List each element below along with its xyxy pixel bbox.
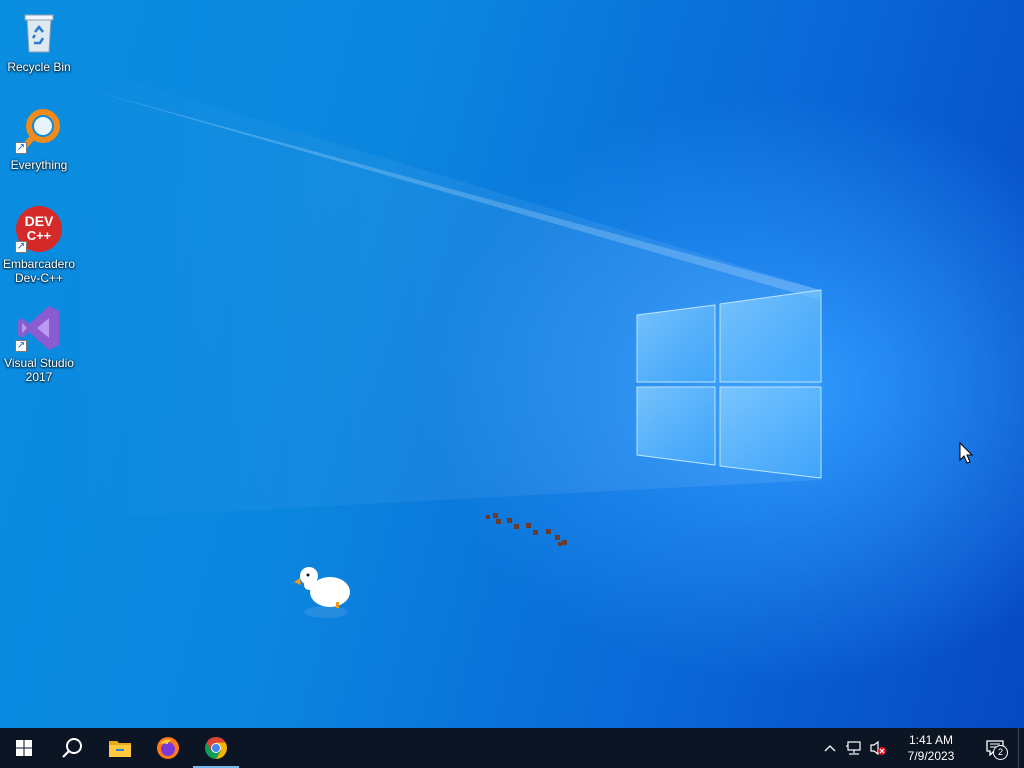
file-explorer-icon <box>109 741 131 757</box>
goose-footprints-icon <box>486 513 567 546</box>
visual-studio-icon: ↗ <box>15 304 63 352</box>
taskbar: 1:41 AM 7/9/2023 2 <box>0 728 1024 768</box>
clock-date: 7/9/2023 <box>907 749 955 763</box>
svg-text:C++: C++ <box>27 228 52 243</box>
clock-time: 1:41 AM <box>908 733 954 747</box>
firefox-icon <box>157 737 179 759</box>
search-icon <box>62 738 82 758</box>
clock[interactable]: 1:41 AM 7/9/2023 <box>890 732 972 764</box>
notification-count-badge: 2 <box>993 745 1008 760</box>
everything-search-icon: ↗ <box>15 106 63 154</box>
shortcut-arrow-icon: ↗ <box>15 142 27 154</box>
wallpaper <box>60 60 974 618</box>
network-icon <box>846 741 861 755</box>
recycle-bin-icon <box>15 8 63 56</box>
file-explorer-button[interactable] <box>96 728 144 768</box>
network-button[interactable] <box>842 728 866 768</box>
desktop-icon-everything[interactable]: ↗ Everything <box>0 106 78 172</box>
desktop-icon-devcpp[interactable]: DEV C++ ↗ Embarcadero Dev-C++ <box>0 205 78 285</box>
action-center-button[interactable]: 2 <box>972 728 1018 768</box>
shortcut-arrow-icon: ↗ <box>15 241 27 253</box>
devcpp-icon: DEV C++ ↗ <box>15 205 63 253</box>
firefox-button[interactable] <box>144 728 192 768</box>
desktop-icon-recycle-bin[interactable]: Recycle Bin <box>0 8 78 74</box>
windows-logo <box>636 289 822 479</box>
mouse-cursor-icon <box>959 441 974 464</box>
desktop-icon-visual-studio[interactable]: ↗ Visual Studio 2017 <box>0 304 78 384</box>
volume-muted-icon <box>870 740 886 756</box>
search-button[interactable] <box>48 728 96 768</box>
show-hidden-icons-button[interactable] <box>818 728 842 768</box>
chrome-icon <box>205 737 227 759</box>
start-button[interactable] <box>0 728 48 768</box>
chrome-button[interactable] <box>192 728 240 768</box>
system-tray: 1:41 AM 7/9/2023 2 <box>818 728 1024 768</box>
volume-button[interactable] <box>866 728 890 768</box>
show-desktop-button[interactable] <box>1018 728 1024 768</box>
shortcut-arrow-icon: ↗ <box>15 340 27 352</box>
svg-text:DEV: DEV <box>25 213 54 229</box>
desktop-goose-icon[interactable] <box>294 567 350 618</box>
show-hidden-icons-icon <box>824 745 836 752</box>
start-icon <box>16 740 32 756</box>
